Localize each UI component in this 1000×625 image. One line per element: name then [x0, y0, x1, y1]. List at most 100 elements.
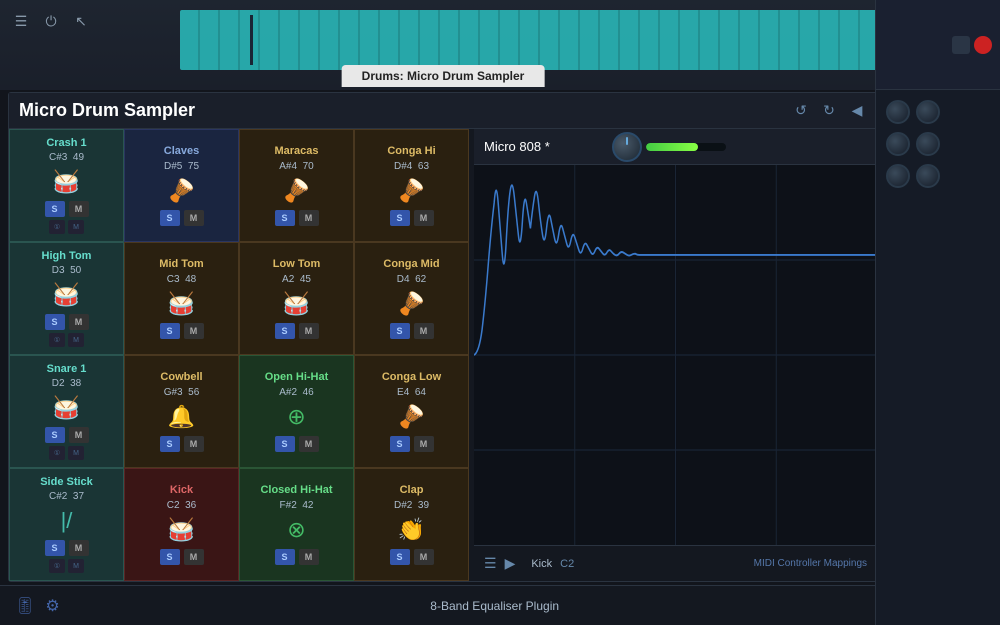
pad-extra-btn-2[interactable]: M [68, 446, 84, 460]
pad-solo-btn[interactable]: S [160, 323, 180, 339]
pad-solo-btn[interactable]: S [45, 201, 65, 217]
preset-name: Micro 808 * [484, 139, 604, 154]
pad-mute-btn[interactable]: M [184, 323, 204, 339]
play-btn[interactable]: ▶ [505, 555, 516, 572]
cursor-icon[interactable]: ↖ [70, 10, 92, 32]
plugin-body: Crash 1 C#3 49 🥁 S M ① M Claves D#5 75 🪘… [9, 129, 877, 581]
sidebar-knob-4[interactable] [916, 132, 940, 156]
back-btn[interactable]: ◀ [847, 101, 867, 121]
pad-name: Conga Low [382, 371, 441, 384]
pad-solo-btn[interactable]: S [160, 210, 180, 226]
pad-solo-btn[interactable]: S [160, 549, 180, 565]
undo-btn[interactable]: ↺ [791, 101, 811, 121]
pad-conga-mid[interactable]: Conga Mid D4 62 🪘 S M [354, 242, 469, 355]
pad-extra-btn-2[interactable]: M [68, 220, 84, 234]
sidebar-knob-5[interactable] [886, 164, 910, 188]
volume-bar[interactable] [646, 143, 726, 151]
pad-note: D2 38 [52, 378, 81, 389]
pad-extra-btn-1[interactable]: ① [49, 446, 65, 460]
pad-mute-btn[interactable]: M [184, 210, 204, 226]
pad-controls: S M [160, 210, 204, 226]
pad-extra-btn-2[interactable]: M [68, 333, 84, 347]
pad-crash-1[interactable]: Crash 1 C#3 49 🥁 S M ① M [9, 129, 124, 242]
pad-closed-hi-hat[interactable]: Closed Hi-Hat F#2 42 ⊗ S M [239, 468, 354, 581]
daw-strip [250, 15, 253, 65]
pad-solo-btn[interactable]: S [390, 210, 410, 226]
pad-open-hi-hat[interactable]: Open Hi-Hat A#2 46 ⊕ S M [239, 355, 354, 468]
pad-solo-btn[interactable]: S [275, 323, 295, 339]
pad-controls: S M [390, 210, 434, 226]
pad-high-tom[interactable]: High Tom D3 50 🥁 S M ① M [9, 242, 124, 355]
redo-btn[interactable]: ↻ [819, 101, 839, 121]
waveform-area[interactable] [474, 165, 877, 545]
pad-name: High Tom [42, 250, 92, 263]
pad-clap[interactable]: Clap D#2 39 👏 S M [354, 468, 469, 581]
pad-solo-btn[interactable]: S [160, 436, 180, 452]
eq-icon[interactable]: 🎚 [15, 596, 35, 616]
pad-extra-controls: ① M [49, 446, 84, 460]
pad-drum-icon: 🥁 [53, 169, 80, 195]
pad-solo-btn[interactable]: S [45, 314, 65, 330]
bottom-transport: ☰ ▶ Kick C2 MIDI Controller Mappings [474, 545, 877, 581]
pad-claves[interactable]: Claves D#5 75 🪘 S M [124, 129, 239, 242]
pad-conga-low[interactable]: Conga Low E4 64 🪘 S M [354, 355, 469, 468]
pad-mute-btn[interactable]: M [69, 314, 89, 330]
list-btn[interactable]: ☰ [484, 555, 497, 572]
pad-mute-btn[interactable]: M [299, 323, 319, 339]
pad-solo-btn[interactable]: S [45, 540, 65, 556]
pad-note: A#2 46 [279, 387, 313, 398]
pad-solo-btn[interactable]: S [390, 436, 410, 452]
menu-icon[interactable]: ☰ [10, 10, 32, 32]
pad-mute-btn[interactable]: M [184, 549, 204, 565]
sidebar-knob-1[interactable] [886, 100, 910, 124]
pad-extra-btn-1[interactable]: ① [49, 333, 65, 347]
pad-mute-btn[interactable]: M [299, 210, 319, 226]
pad-side-stick[interactable]: Side Stick C#2 37 |/ S M ① M [9, 468, 124, 581]
pad-mute-btn[interactable]: M [69, 201, 89, 217]
pad-mute-btn[interactable]: M [414, 549, 434, 565]
sidebar-knob-3[interactable] [886, 132, 910, 156]
mixer-icon[interactable]: ⚙ [45, 596, 59, 616]
pad-kick[interactable]: Kick C2 36 🥁 S M [124, 468, 239, 581]
pad-extra-btn-1[interactable]: ① [49, 220, 65, 234]
pad-maracas[interactable]: Maracas A#4 70 🪘 S M [239, 129, 354, 242]
pad-low-tom[interactable]: Low Tom A2 45 🥁 S M [239, 242, 354, 355]
pad-note: C3 48 [167, 274, 196, 285]
pad-note: D#5 75 [164, 161, 199, 172]
sidebar-knob-row-3 [886, 164, 990, 188]
pad-grid: Crash 1 C#3 49 🥁 S M ① M Claves D#5 75 🪘… [9, 129, 474, 581]
app-container: ☰ ⏻ ↖ Drums: Micro Drum Sampler Micro Dr… [0, 0, 1000, 625]
pad-mute-btn[interactable]: M [414, 436, 434, 452]
pad-solo-btn[interactable]: S [45, 427, 65, 443]
volume-fill [646, 143, 698, 151]
plugin-title-bar: Drums: Micro Drum Sampler [342, 65, 545, 87]
pad-conga-hi[interactable]: Conga Hi D#4 63 🪘 S M [354, 129, 469, 242]
pad-drum-icon: 🔔 [168, 404, 195, 430]
pad-mute-btn[interactable]: M [299, 549, 319, 565]
pad-mute-btn[interactable]: M [69, 427, 89, 443]
pad-extra-btn-2[interactable]: M [68, 559, 84, 573]
pad-mute-btn[interactable]: M [299, 436, 319, 452]
pad-mute-btn[interactable]: M [69, 540, 89, 556]
sidebar-knob-2[interactable] [916, 100, 940, 124]
main-knob[interactable] [612, 132, 642, 162]
pad-solo-btn[interactable]: S [275, 549, 295, 565]
pad-mute-btn[interactable]: M [184, 436, 204, 452]
power-icon[interactable]: ⏻ [40, 10, 62, 32]
pad-solo-btn[interactable]: S [390, 549, 410, 565]
pad-snare-1[interactable]: Snare 1 D2 38 🥁 S M ① M [9, 355, 124, 468]
pad-solo-btn[interactable]: S [275, 436, 295, 452]
sidebar-btn-1[interactable] [952, 36, 970, 54]
pad-mute-btn[interactable]: M [414, 210, 434, 226]
sidebar-knob-6[interactable] [916, 164, 940, 188]
pad-cowbell[interactable]: Cowbell G#3 56 🔔 S M [124, 355, 239, 468]
pad-mid-tom[interactable]: Mid Tom C3 48 🥁 S M [124, 242, 239, 355]
pad-solo-btn[interactable]: S [390, 323, 410, 339]
pad-extra-controls: ① M [49, 333, 84, 347]
pad-solo-btn[interactable]: S [275, 210, 295, 226]
record-btn[interactable] [974, 36, 992, 54]
pad-controls: S M [275, 549, 319, 565]
pad-mute-btn[interactable]: M [414, 323, 434, 339]
pad-extra-btn-1[interactable]: ① [49, 559, 65, 573]
midi-label[interactable]: MIDI Controller Mappings [754, 558, 867, 569]
